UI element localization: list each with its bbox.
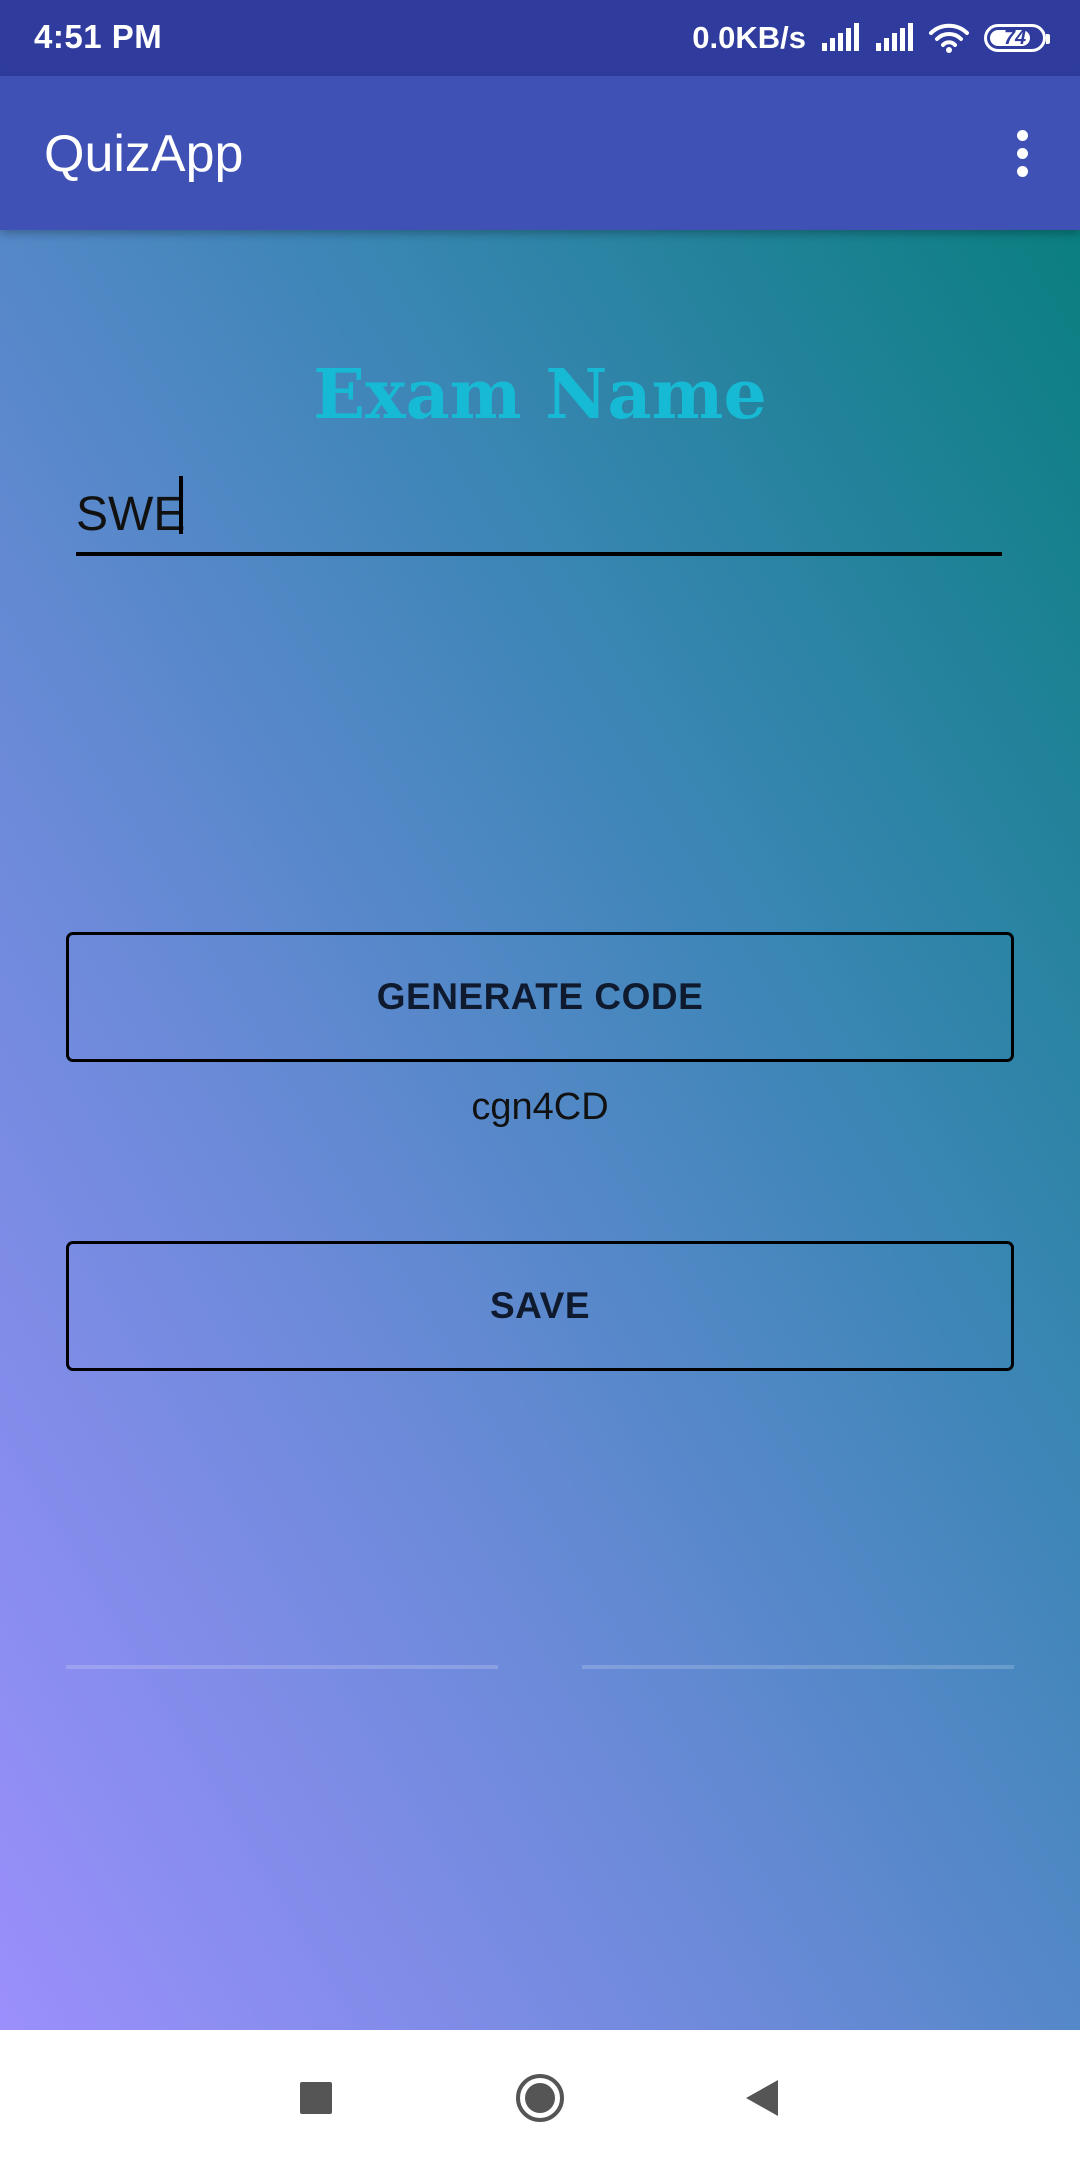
generated-code-text: cgn4CD	[471, 1086, 609, 1128]
status-bar: 4:51 PM 0.0KB/s 74	[0, 0, 1080, 76]
battery-level: 74	[1003, 26, 1027, 49]
navigation-bar	[0, 2030, 1080, 2160]
status-icons: 0.0KB/s 74	[692, 14, 1050, 62]
save-button[interactable]: SAVE	[66, 1241, 1014, 1371]
recents-icon[interactable]	[276, 2058, 356, 2138]
divider-right	[582, 1665, 1014, 1669]
app-title: QuizApp	[44, 125, 244, 183]
app-screen: 4:51 PM 0.0KB/s 74 QuizApp Exam Name SWE…	[0, 0, 1080, 2160]
main-content: Exam Name GENERATE CODE cgn4CD SAVE	[0, 230, 1080, 2030]
network-speed: 0.0KB/s	[692, 20, 806, 55]
text-cursor	[179, 476, 183, 534]
status-time: 4:51 PM	[34, 18, 163, 55]
battery-icon: 74	[984, 24, 1050, 52]
back-icon[interactable]	[722, 2058, 802, 2138]
signal-icon	[876, 23, 913, 51]
wifi-icon	[929, 23, 969, 53]
generate-code-button[interactable]: GENERATE CODE	[66, 932, 1014, 1062]
more-vert-icon[interactable]	[988, 119, 1056, 187]
app-bar: QuizApp	[0, 76, 1080, 230]
home-icon[interactable]	[500, 2058, 580, 2138]
divider-left	[66, 1665, 498, 1669]
exam-name-heading: Exam Name	[313, 355, 767, 435]
signal-icon	[822, 23, 859, 51]
exam-name-input[interactable]	[76, 476, 1002, 556]
